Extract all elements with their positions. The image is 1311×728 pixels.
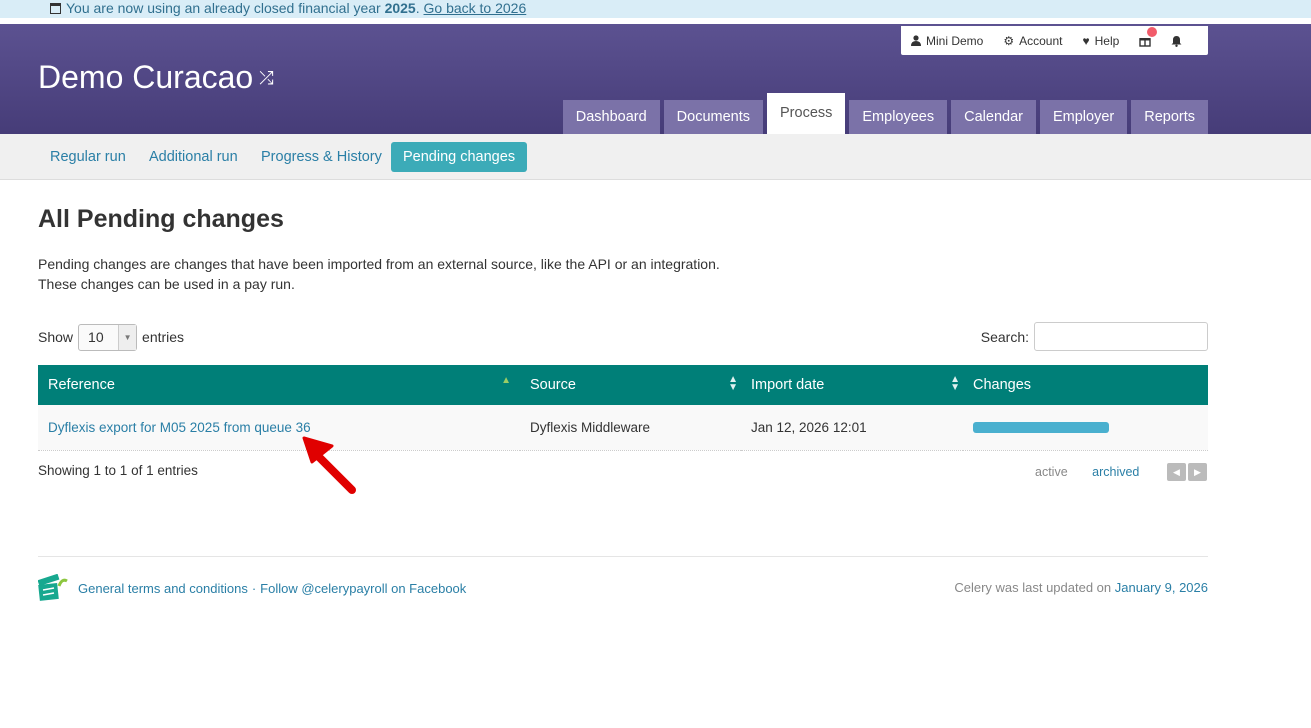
banner-text: You are now using an already closed fina… [66,0,381,16]
column-header-changes: Changes [963,365,1208,405]
sort-icon: ▲ ▼ [950,374,960,393]
footer-separator: · [251,580,257,596]
last-updated-date-link[interactable]: January 9, 2026 [1115,580,1208,595]
table-row: Dyflexis export for M05 2025 from queue … [38,405,1208,451]
entries-select-value: 10 [88,329,104,345]
cell-reference: Dyflexis export for M05 2025 from queue … [38,405,520,451]
column-header-import-date[interactable]: Import date ▲ ▼ [741,365,963,405]
column-label-import-date: Import date [751,377,825,393]
table-header-row: Reference ▲ Source ▲ ▼ Import date ▲ ▼ Cha… [38,365,1208,405]
reference-link[interactable]: Dyflexis export for M05 2025 from queue … [48,420,311,435]
pagination: ◀ ▶ [1167,463,1207,481]
banner-period: . [415,0,420,16]
filter-active[interactable]: active [1035,465,1068,479]
bell-icon [1171,35,1182,47]
chevron-down-icon: ▼ [118,324,137,350]
go-back-link[interactable]: Go back to 2026 [424,0,527,16]
column-header-source[interactable]: Source ▲ ▼ [520,365,741,405]
gear-icon: ⚙ [1003,33,1015,48]
description-line-1: Pending changes are changes that have be… [38,256,720,272]
sort-asc-icon: ▲ [501,375,511,386]
celery-logo-icon [38,574,68,601]
nav-tab-reports[interactable]: Reports [1131,100,1208,134]
notification-dot [1147,26,1158,37]
pending-changes-table: Reference ▲ Source ▲ ▼ Import date ▲ ▼ Cha… [38,365,1208,451]
nav-tab-employees[interactable]: Employees [849,100,948,134]
gift-button[interactable] [1139,26,1158,47]
banner-year: 2025 [384,0,416,16]
table-search: Search: [981,322,1208,351]
heart-icon: ♥ [1082,33,1090,48]
column-label-changes: Changes [973,377,1032,393]
cell-source: Dyflexis Middleware [520,405,741,451]
company-title: Demo Curacao [38,59,254,95]
entries-label: entries [142,329,185,345]
company-name[interactable]: Demo Curacao ⤮ [38,57,274,98]
main-nav: Dashboard Documents Process Employees Ca… [562,93,1208,134]
nav-tab-employer[interactable]: Employer [1039,100,1128,134]
table-filters: active archived [1035,465,1160,479]
terms-link[interactable]: General terms and conditions [78,581,248,596]
sub-nav: Regular run Additional run Progress & Hi… [0,134,1311,180]
help-menu[interactable]: ♥ Help [1082,34,1119,48]
account-label: Account [1019,33,1063,48]
subnav-additional-run[interactable]: Additional run [137,142,250,172]
footer-links: General terms and conditions · Follow @c… [38,574,466,602]
show-label: Show [38,329,74,345]
annotation-arrow-icon [302,436,356,494]
user-name: Mini Demo [926,33,984,48]
subnav-pending-changes[interactable]: Pending changes [391,142,528,172]
subnav-regular-run[interactable]: Regular run [38,142,138,172]
subnav-progress-history[interactable]: Progress & History [249,142,394,172]
notifications-button[interactable] [1171,35,1182,47]
closed-year-banner: You are now using an already closed fina… [0,0,1311,18]
page-description: Pending changes are changes that have be… [38,254,720,294]
help-label: Help [1094,33,1120,48]
column-label-reference: Reference [48,377,115,393]
app-header: Demo Curacao ⤮ Mini Demo ⚙ Account ♥ Help… [0,24,1311,134]
page-title: All Pending changes [38,205,284,233]
filter-archived[interactable]: archived [1092,465,1139,479]
calendar-icon [50,3,61,14]
shuffle-icon[interactable]: ⤮ [259,58,273,98]
cell-changes [963,405,1208,451]
column-label-source: Source [530,377,576,393]
previous-page-button[interactable]: ◀ [1167,463,1186,481]
user-menu[interactable]: Mini Demo [911,34,983,48]
description-line-2: These changes can be used in a pay run. [38,276,295,292]
changes-bar [973,421,1109,433]
next-page-button[interactable]: ▶ [1188,463,1207,481]
column-header-reference[interactable]: Reference ▲ [38,365,520,405]
table-info: Showing 1 to 1 of 1 entries [38,463,198,478]
cell-import-date: Jan 12, 2026 12:01 [741,405,963,451]
entries-length-control: Show 10 ▼ entries [38,323,184,351]
facebook-link[interactable]: Follow @celerypayroll on Facebook [260,581,466,596]
nav-tab-documents[interactable]: Documents [663,100,763,134]
account-menu[interactable]: ⚙ Account [1003,34,1062,48]
nav-tab-dashboard[interactable]: Dashboard [562,100,660,134]
last-updated-label: Celery was last updated on [954,580,1112,595]
footer-divider [38,556,1208,557]
sort-icon: ▲ ▼ [728,374,738,393]
user-icon [911,35,921,46]
search-label: Search: [980,328,1029,345]
nav-tab-process[interactable]: Process [767,93,846,134]
last-updated: Celery was last updated on January 9, 20… [954,580,1208,595]
user-topbar: Mini Demo ⚙ Account ♥ Help [901,26,1208,55]
nav-tab-calendar[interactable]: Calendar [951,100,1036,134]
search-input[interactable] [1034,322,1208,351]
entries-select[interactable]: 10 ▼ [78,323,138,351]
